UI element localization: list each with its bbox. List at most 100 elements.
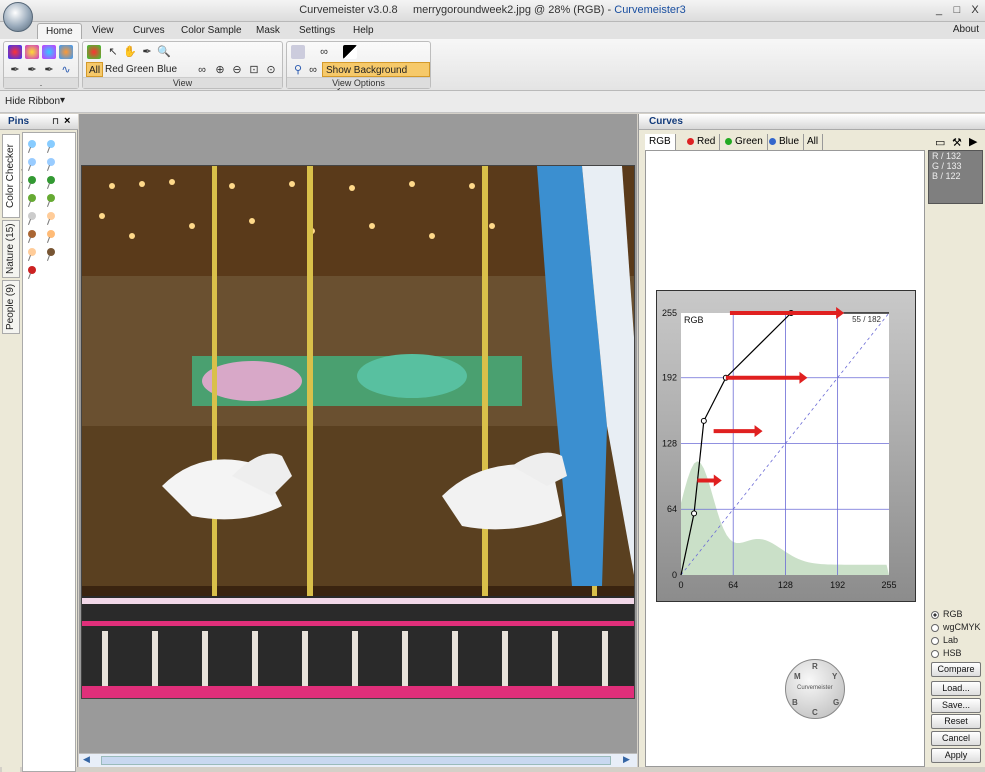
- curves-header: Curves: [639, 114, 985, 130]
- tab-color-checker[interactable]: Color Checker (24): [2, 134, 32, 218]
- pin-icon[interactable]: [47, 212, 55, 220]
- maximize-button[interactable]: □: [948, 3, 966, 18]
- mode-lab-radio[interactable]: Lab: [931, 635, 958, 645]
- pin-icon[interactable]: [28, 266, 36, 274]
- minimize-button[interactable]: _: [930, 3, 948, 18]
- mode-hsb-radio[interactable]: HSB: [931, 648, 962, 658]
- tools-group: ✒ ✒ ✒ ∿ .: [3, 41, 79, 89]
- pin-icon[interactable]: [47, 194, 55, 202]
- pin-palette-icon[interactable]: [42, 45, 56, 59]
- eyedropper-black-icon[interactable]: ✒: [8, 63, 22, 77]
- channel-red-button[interactable]: Red: [103, 62, 125, 77]
- channel-green-button[interactable]: Green: [124, 62, 156, 77]
- mask-icon[interactable]: ∞: [317, 45, 331, 59]
- about-link[interactable]: About: [953, 24, 979, 35]
- save-button[interactable]: Save...: [931, 698, 981, 713]
- curves-channel-tabs: RGB Red Green Blue All: [645, 134, 925, 150]
- pin-icon[interactable]: [47, 230, 55, 238]
- tab-nature[interactable]: Nature (15): [2, 220, 20, 278]
- curves-tab-all[interactable]: All: [803, 134, 824, 150]
- pin-icon[interactable]: [28, 248, 36, 256]
- tab-home[interactable]: Home: [37, 23, 82, 39]
- color-picker-icon[interactable]: [25, 45, 39, 59]
- tab-settings[interactable]: Settings: [291, 23, 343, 39]
- pin-icon[interactable]: [28, 194, 36, 202]
- horizontal-scrollbar[interactable]: ◀ ▶: [79, 753, 637, 767]
- pin-tool-icon[interactable]: ⚲: [291, 63, 305, 77]
- magnifier-icon[interactable]: 🔍: [157, 45, 171, 59]
- curve-plot[interactable]: 255 192 128 64 00 64 128 192 255 RGB 55 / 182: [657, 291, 915, 601]
- curve-graph[interactable]: 255 192 128 64 0 0 64 128 192 255 RGB 55 / 182: [656, 290, 916, 602]
- y-tick-label: 192: [662, 373, 677, 383]
- pin-icon[interactable]: [28, 212, 36, 220]
- tab-mask[interactable]: Mask: [248, 23, 288, 39]
- zoom-in-icon[interactable]: ⊕: [213, 63, 227, 77]
- curve-tool-icon[interactable]: ∿: [59, 63, 73, 77]
- compare-button[interactable]: Compare: [931, 662, 981, 677]
- mode-rgb-radio[interactable]: RGB: [931, 609, 963, 619]
- app-menu-orb[interactable]: [3, 2, 33, 32]
- pin-icon[interactable]: [28, 140, 36, 148]
- curve-control-point[interactable]: [691, 510, 698, 517]
- show-background-layers-button[interactable]: Show Background Layers: [322, 62, 430, 91]
- hide-ribbon-toggle[interactable]: Hide Ribbon: [5, 96, 60, 107]
- pointer-icon[interactable]: ↖: [106, 45, 120, 59]
- close-button[interactable]: X: [966, 3, 984, 18]
- pin-icon[interactable]: [28, 158, 36, 166]
- scroll-thumb[interactable]: [101, 756, 611, 765]
- tab-curves[interactable]: Curves: [125, 23, 173, 39]
- cancel-button[interactable]: Cancel: [931, 731, 981, 746]
- apply-button[interactable]: Apply: [931, 748, 981, 763]
- channel-blue-button[interactable]: Blue: [155, 62, 179, 77]
- tab-people[interactable]: People (9): [2, 280, 20, 334]
- eyedropper-icon[interactable]: ✒: [140, 45, 154, 59]
- curves-tab-red-label: Red: [697, 136, 716, 147]
- load-button[interactable]: Load...: [931, 681, 981, 696]
- seal-letter-c: C: [812, 708, 818, 717]
- contrast-icon[interactable]: [343, 45, 357, 59]
- tab-color-sample[interactable]: Color Sample: [173, 23, 250, 39]
- y-tick-label: 0: [672, 570, 677, 580]
- pin-icon[interactable]: [47, 176, 55, 184]
- graph-value-readout: 55 / 182: [852, 315, 881, 324]
- mode-wgcmyk-radio[interactable]: wgCMYK: [931, 622, 981, 632]
- scroll-right-icon[interactable]: ▶: [623, 754, 630, 765]
- readout-b: B / 122: [932, 171, 961, 181]
- pin-panel-icon[interactable]: ⊓: [52, 116, 59, 127]
- pins-title: Pins: [8, 116, 30, 127]
- link-icon[interactable]: ∞: [195, 63, 209, 77]
- pin-icon[interactable]: [47, 248, 55, 256]
- curves-tab-blue[interactable]: Blue: [765, 134, 805, 150]
- tab-view[interactable]: View: [84, 23, 122, 39]
- eyedropper-gray-icon[interactable]: ✒: [25, 63, 39, 77]
- pin-icon[interactable]: [28, 176, 36, 184]
- curves-title: Curves: [649, 116, 683, 127]
- reset-button[interactable]: Reset: [931, 714, 981, 729]
- zoom-fit-icon[interactable]: ⊡: [247, 63, 261, 77]
- close-panel-icon[interactable]: ×: [64, 115, 70, 127]
- eyedropper-white-icon[interactable]: ✒: [42, 63, 56, 77]
- chevron-down-icon[interactable]: ▾: [60, 95, 65, 106]
- zoom-out-icon[interactable]: ⊖: [230, 63, 244, 77]
- curves-tab-green[interactable]: Green: [721, 134, 768, 150]
- folder-icon[interactable]: ▭: [935, 136, 945, 149]
- layers-link-icon[interactable]: ∞: [306, 63, 320, 77]
- curves-tab-red[interactable]: Red: [683, 134, 721, 150]
- curve-control-point[interactable]: [700, 417, 707, 424]
- color-wheel-icon[interactable]: [8, 45, 22, 59]
- wrench-icon[interactable]: ⚒: [952, 136, 962, 149]
- tab-help[interactable]: Help: [345, 23, 382, 39]
- pin-icon[interactable]: [47, 158, 55, 166]
- pin-icon[interactable]: [47, 140, 55, 148]
- color-wheel-view-icon[interactable]: [87, 45, 101, 59]
- hand-icon[interactable]: ✋: [123, 45, 137, 59]
- play-icon[interactable]: ▶: [969, 135, 977, 148]
- curves-tab-rgb[interactable]: RGB: [645, 134, 676, 150]
- background-swatch-icon[interactable]: [291, 45, 305, 59]
- scroll-left-icon[interactable]: ◀: [83, 754, 90, 765]
- pin-icon[interactable]: [28, 230, 36, 238]
- zoom-actual-icon[interactable]: ⊙: [264, 63, 278, 77]
- color-balance-icon[interactable]: [59, 45, 73, 59]
- carousel-photo[interactable]: [81, 165, 635, 699]
- channel-all-button[interactable]: All: [86, 62, 104, 77]
